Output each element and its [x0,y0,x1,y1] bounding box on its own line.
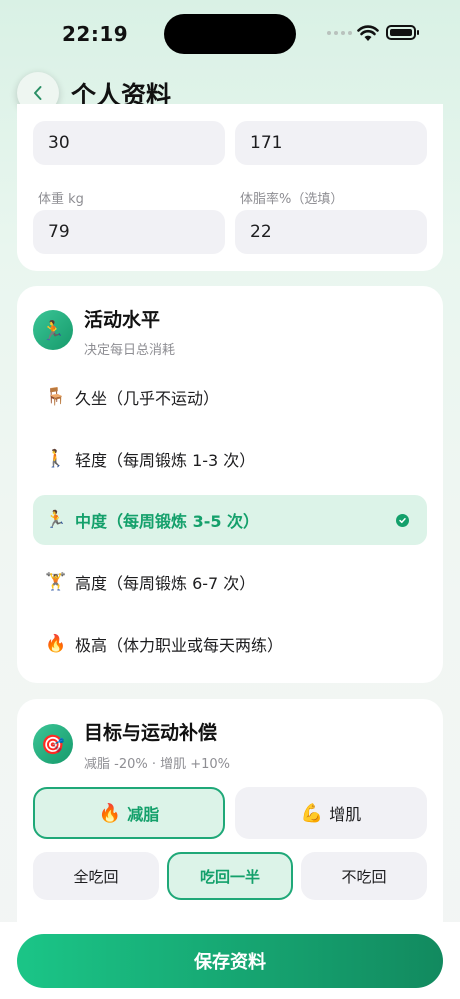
wifi-icon [357,25,379,41]
compensation-half-button[interactable]: 吃回一半 [167,852,293,900]
activity-level-card: 🏃 活动水平 决定每日总消耗 🪑 久坐（几乎不运动） 🚶 轻度（每周锻炼 1-3… [17,286,443,683]
height-input[interactable]: 171 [235,121,427,165]
check-icon [396,514,409,527]
running-icon: 🏃 [33,310,73,350]
chevron-left-icon [34,86,42,100]
chair-icon: 🪑 [45,387,67,407]
battery-icon [386,25,419,40]
age-input[interactable]: 30 [33,121,225,165]
target-icon: 🎯 [33,724,73,764]
bodyfat-label: 体脂率%（选填） [240,192,344,207]
weightlifting-icon: 🏋️ [45,572,67,592]
activity-option-high[interactable]: 🏋️ 高度（每周锻炼 6-7 次） [33,557,427,607]
weight-input[interactable]: 79 [33,210,225,254]
goal-subtitle: 减脂 -20% · 增肌 +10% [84,757,231,772]
activity-option-moderate[interactable]: 🏃 中度（每周锻炼 3-5 次） [33,495,427,545]
fire-icon: 🔥 [98,802,122,824]
compensation-full-button[interactable]: 全吃回 [33,852,159,900]
option-label: 久坐（几乎不运动） [75,389,220,408]
goal-muscle-gain-button[interactable]: 💪 增肌 [235,787,427,839]
compensation-none-button[interactable]: 不吃回 [301,852,427,900]
option-label: 中度（每周锻炼 3-5 次） [75,512,260,531]
weight-label: 体重 kg [38,192,84,207]
option-label: 轻度（每周锻炼 1-3 次） [75,451,256,470]
goal-card: 🎯 目标与运动补偿 减脂 -20% · 增肌 +10% 🔥 减脂 💪 增肌 全吃… [17,699,443,939]
status-bar: 22:19 [0,0,460,64]
flexed-biceps-icon: 💪 [300,802,324,824]
activity-subtitle: 决定每日总消耗 [84,343,176,358]
fire-icon: 🔥 [45,634,67,654]
goal-label: 增肌 [329,805,362,824]
goal-fat-loss-button[interactable]: 🔥 减脂 [33,787,225,839]
option-label: 极高（体力职业或每天两练） [75,636,284,655]
dynamic-island [164,14,296,54]
goal-title: 目标与运动补偿 [84,722,218,744]
bodyfat-input[interactable]: 22 [235,210,427,254]
save-button[interactable]: 保存资料 [17,934,443,988]
activity-title: 活动水平 [84,309,161,331]
running-icon: 🏃 [45,510,67,530]
activity-option-sedentary[interactable]: 🪑 久坐（几乎不运动） [33,372,427,422]
option-label: 高度（每周锻炼 6-7 次） [75,574,256,593]
activity-option-light[interactable]: 🚶 轻度（每周锻炼 1-3 次） [33,434,427,484]
walking-icon: 🚶 [45,449,67,469]
activity-option-extreme[interactable]: 🔥 极高（体力职业或每天两练） [33,619,427,669]
goal-label: 减脂 [127,805,160,824]
status-time: 22:19 [62,22,129,46]
signal-icon [327,31,352,35]
body-metrics-card: 30 171 体重 kg 体脂率%（选填） 79 22 [17,104,443,271]
